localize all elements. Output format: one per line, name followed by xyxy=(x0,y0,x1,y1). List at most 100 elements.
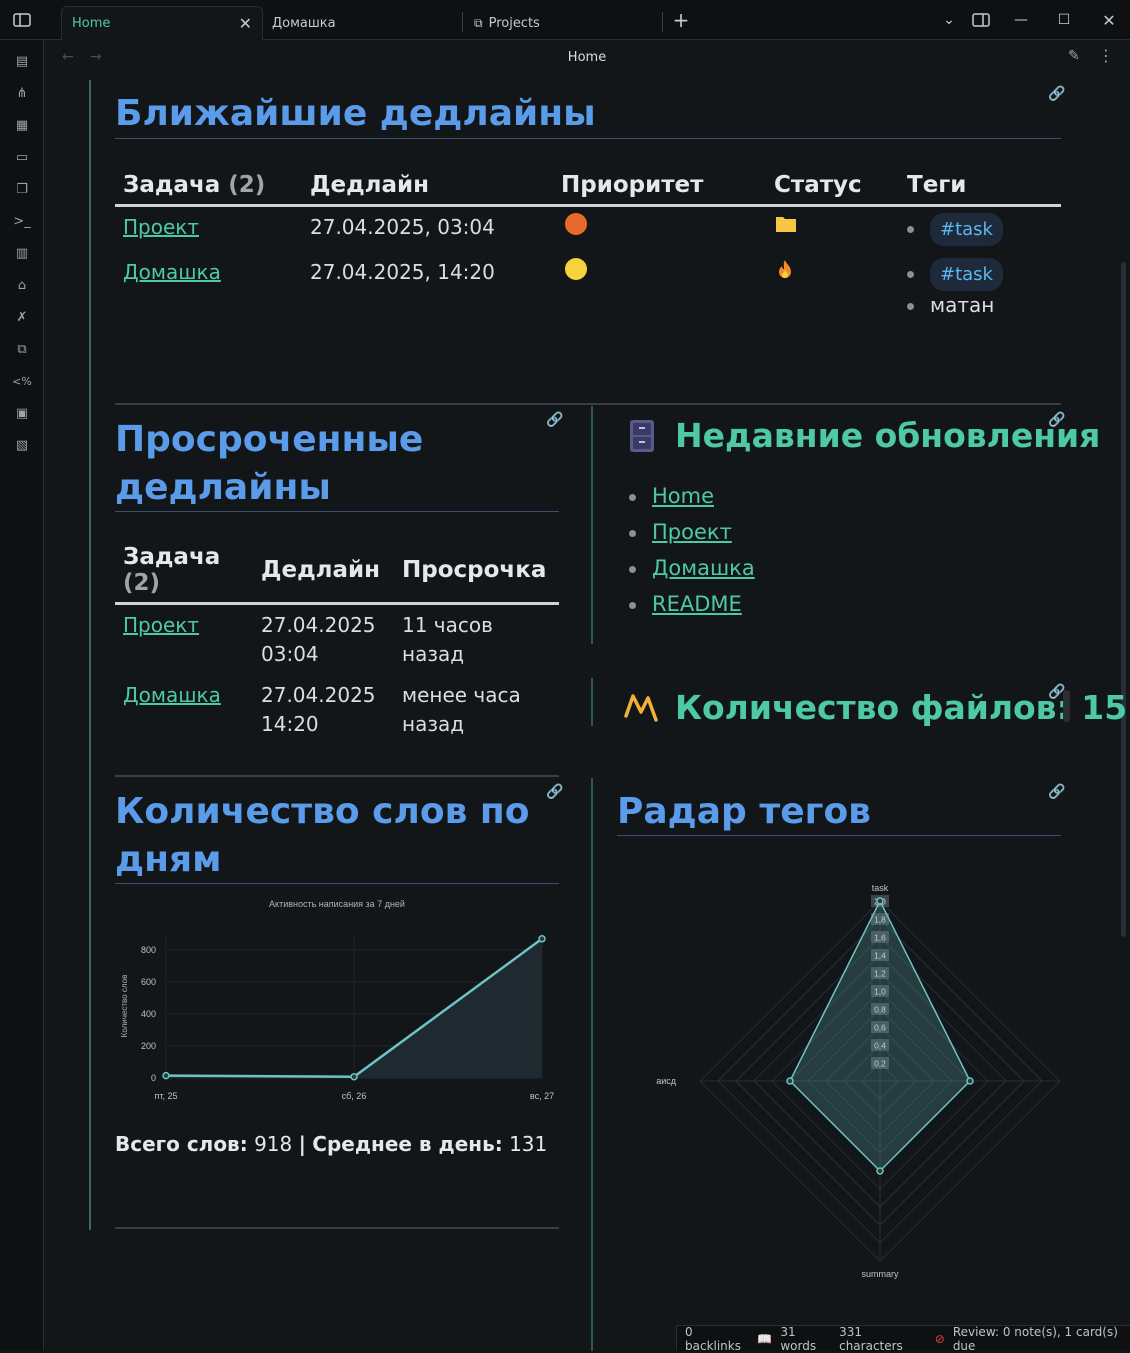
title-underline xyxy=(115,138,1061,139)
column-header-deadline[interactable]: Дедлайн xyxy=(302,166,553,207)
templater-icon[interactable]: <% xyxy=(12,371,32,391)
folder-icon xyxy=(774,215,798,239)
task-link[interactable]: Домашка xyxy=(123,260,221,284)
maximize-icon[interactable]: ☐ xyxy=(1052,8,1076,32)
review-status[interactable]: Review: 0 note(s), 1 card(s) due xyxy=(953,1325,1130,1353)
table-row: Проект 27.04.2025 03:04 11 часов назад xyxy=(115,604,559,676)
chevron-down-icon[interactable]: ⌄ xyxy=(937,8,961,32)
tags-radar-chart: taskматанsummaryаисд2,01,81,61,41,21,00,… xyxy=(656,883,1061,1279)
scroll-thumb[interactable] xyxy=(1063,690,1070,722)
link-icon[interactable]: 🔗 xyxy=(1048,86,1066,104)
view-title[interactable]: Home xyxy=(44,50,1130,65)
table-row: Домашка 27.04.2025 14:20 менее часа назад xyxy=(115,675,559,745)
list-item: Home xyxy=(629,478,755,514)
flashcards-icon[interactable]: ▧ xyxy=(12,435,32,455)
layout-icon[interactable]: ▥ xyxy=(12,243,32,263)
minimize-icon[interactable]: — xyxy=(1009,8,1033,32)
tag-pill[interactable]: #task xyxy=(930,213,1003,246)
edit-icon[interactable]: ✎ xyxy=(1068,48,1080,64)
y-tick-label: 0 xyxy=(151,1073,156,1083)
status-bar: 0 backlinks 📖 31 words 331 characters ⊘ … xyxy=(676,1324,1130,1353)
section-divider xyxy=(115,403,1061,405)
kanban-icon: ⧉ xyxy=(474,15,483,30)
y-tick-label: 800 xyxy=(141,945,156,955)
home-icon[interactable]: ⌂ xyxy=(12,275,32,295)
bullet xyxy=(629,493,636,501)
book-icon[interactable]: 📖 xyxy=(757,1332,772,1346)
link-icon[interactable]: 🔗 xyxy=(546,412,564,430)
sidebar-toggle-icon[interactable] xyxy=(12,10,32,30)
tools-icon[interactable]: ✗ xyxy=(12,307,32,327)
tab-domashka[interactable]: Домашка xyxy=(262,6,462,40)
average-words-label: Среднее в день: xyxy=(312,1132,503,1156)
table-row: Проект 27.04.2025, 03:04 #task xyxy=(115,206,1061,253)
section-divider xyxy=(115,775,559,777)
tab-home[interactable]: Home ✕ xyxy=(61,6,263,40)
delay-text: менее часа xyxy=(402,683,521,707)
recent-link[interactable]: Проект xyxy=(652,520,732,544)
overdue-table: Задача (2) Дедлайн Просрочка Проект 27.0… xyxy=(115,538,559,745)
column-header-status[interactable]: Статус xyxy=(766,166,899,207)
task-link[interactable]: Домашка xyxy=(123,683,221,707)
backlinks-count[interactable]: 0 backlinks xyxy=(685,1325,747,1353)
kanban-board-icon[interactable]: ▣ xyxy=(12,403,32,423)
list-item: Домашка xyxy=(629,550,755,586)
bullet xyxy=(629,529,636,537)
pages-icon[interactable]: ⧉ xyxy=(12,339,32,359)
total-words-value: 918 xyxy=(254,1132,293,1156)
right-sidebar-toggle-icon[interactable] xyxy=(969,8,993,32)
link-icon[interactable]: 🔗 xyxy=(1048,784,1066,802)
char-count: 331 characters xyxy=(839,1324,903,1353)
tab-divider xyxy=(462,12,463,32)
deadlines-table: Задача (2) Дедлайн Приоритет Статус Теги… xyxy=(115,166,1061,326)
words-line-chart: Активность написания за 7 дней Количество… xyxy=(120,899,554,1101)
tab-label: Домашка xyxy=(272,15,336,31)
title-underline xyxy=(115,511,559,512)
files-count-title: Количество файлов: 15 xyxy=(675,688,1128,727)
y-tick-label: 200 xyxy=(141,1041,156,1051)
y-tick-label: 400 xyxy=(141,1009,156,1019)
grid-icon[interactable]: ▦ xyxy=(12,115,32,135)
time-text: 03:04 xyxy=(261,642,319,666)
new-tab-icon[interactable]: + xyxy=(669,8,693,32)
task-link[interactable]: Проект xyxy=(123,215,199,239)
bullet xyxy=(629,601,636,609)
sync-off-icon[interactable]: ⊘ xyxy=(935,1332,945,1346)
graph-icon[interactable]: ⋔ xyxy=(12,83,32,103)
terminal-icon[interactable]: >_ xyxy=(12,211,32,231)
fire-icon xyxy=(774,260,796,285)
radar-axis-label: task xyxy=(872,883,889,893)
x-tick-label: сб, 26 xyxy=(342,1091,367,1101)
tab-projects[interactable]: ⧉ Projects xyxy=(464,6,664,40)
column-divider xyxy=(591,678,593,726)
data-point xyxy=(966,1077,974,1085)
calendar-icon[interactable]: ▭ xyxy=(12,147,32,167)
task-link[interactable]: Проект xyxy=(123,613,199,637)
more-options-icon[interactable]: ⋮ xyxy=(1098,46,1114,65)
word-count: 31 words xyxy=(780,1324,817,1353)
column-header-delay[interactable]: Просрочка xyxy=(394,538,559,605)
recent-link[interactable]: Домашка xyxy=(652,556,755,580)
column-header-priority[interactable]: Приоритет xyxy=(553,166,766,207)
column-header-tags[interactable]: Теги xyxy=(899,166,1061,207)
radar-axis-label: summary xyxy=(861,1269,899,1279)
recent-link[interactable]: README xyxy=(652,592,742,616)
data-point xyxy=(786,1077,794,1085)
copy-icon[interactable]: ❐ xyxy=(12,179,32,199)
data-point xyxy=(350,1072,358,1081)
close-window-icon[interactable]: ✕ xyxy=(1097,8,1121,32)
words-title-line1: Количество слов по xyxy=(115,791,530,832)
close-icon[interactable]: ✕ xyxy=(239,14,252,33)
priority-circle-icon xyxy=(565,258,587,280)
column-divider xyxy=(591,778,593,1351)
column-header-task[interactable]: Задача (2) xyxy=(115,166,302,207)
file-search-icon[interactable]: ▤ xyxy=(12,51,32,71)
column-header-deadline[interactable]: Дедлайн xyxy=(253,538,394,605)
tag-pill[interactable]: #task xyxy=(930,258,1003,291)
recent-link[interactable]: Home xyxy=(652,484,714,508)
column-header-task[interactable]: Задача (2) xyxy=(115,538,253,605)
link-icon[interactable]: 🔗 xyxy=(546,784,564,802)
left-border xyxy=(89,80,91,1230)
bullet xyxy=(907,226,914,233)
radar-axis-label: аисд xyxy=(656,1076,677,1086)
